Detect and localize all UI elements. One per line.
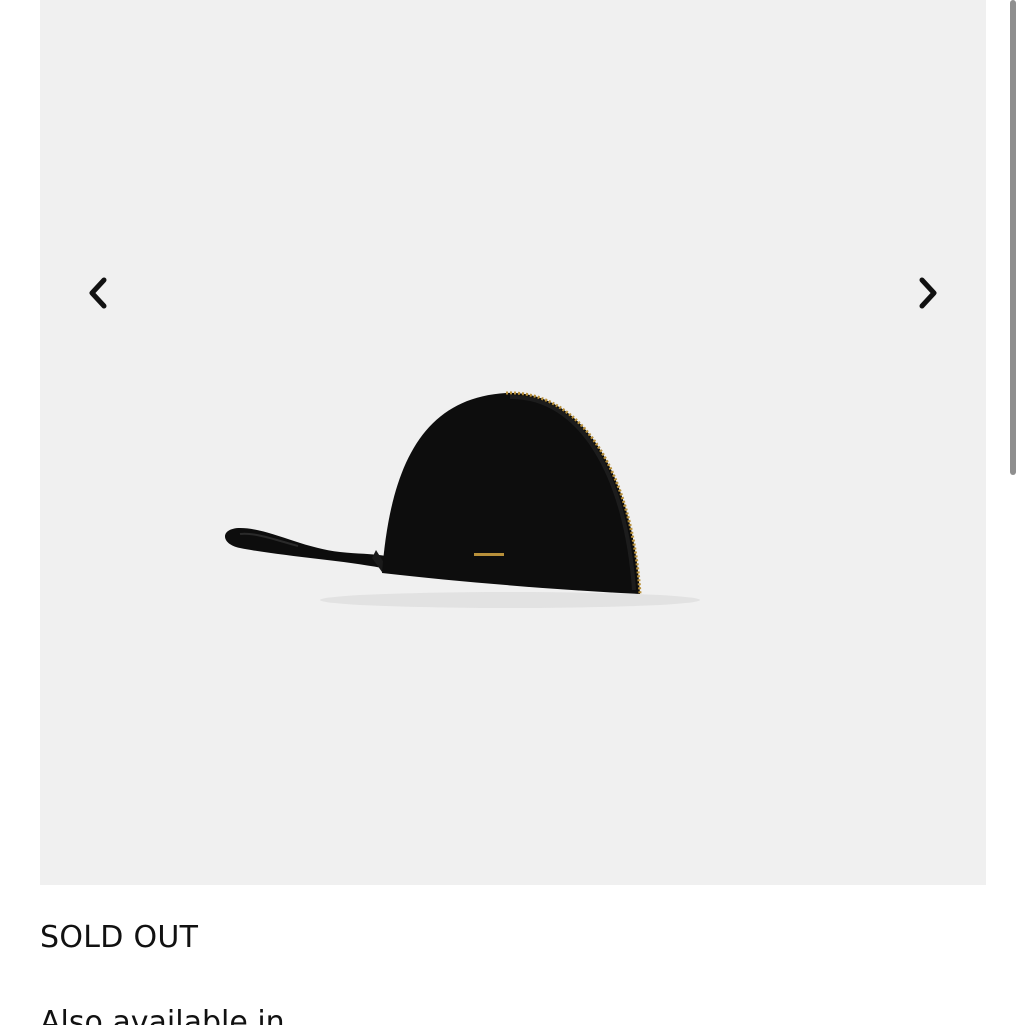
- next-image-button[interactable]: [905, 270, 951, 316]
- product-image: [225, 391, 700, 608]
- also-available-heading: Also available in: [40, 1005, 285, 1025]
- previous-image-button[interactable]: [75, 270, 121, 316]
- stock-status: SOLD OUT: [40, 920, 199, 955]
- page-scrollbar[interactable]: [1010, 0, 1016, 475]
- product-image-gallery: [40, 0, 986, 885]
- chevron-right-icon: [919, 277, 937, 309]
- product-page: SOLD OUT Also available in: [0, 0, 1025, 1025]
- chevron-left-icon: [89, 277, 107, 309]
